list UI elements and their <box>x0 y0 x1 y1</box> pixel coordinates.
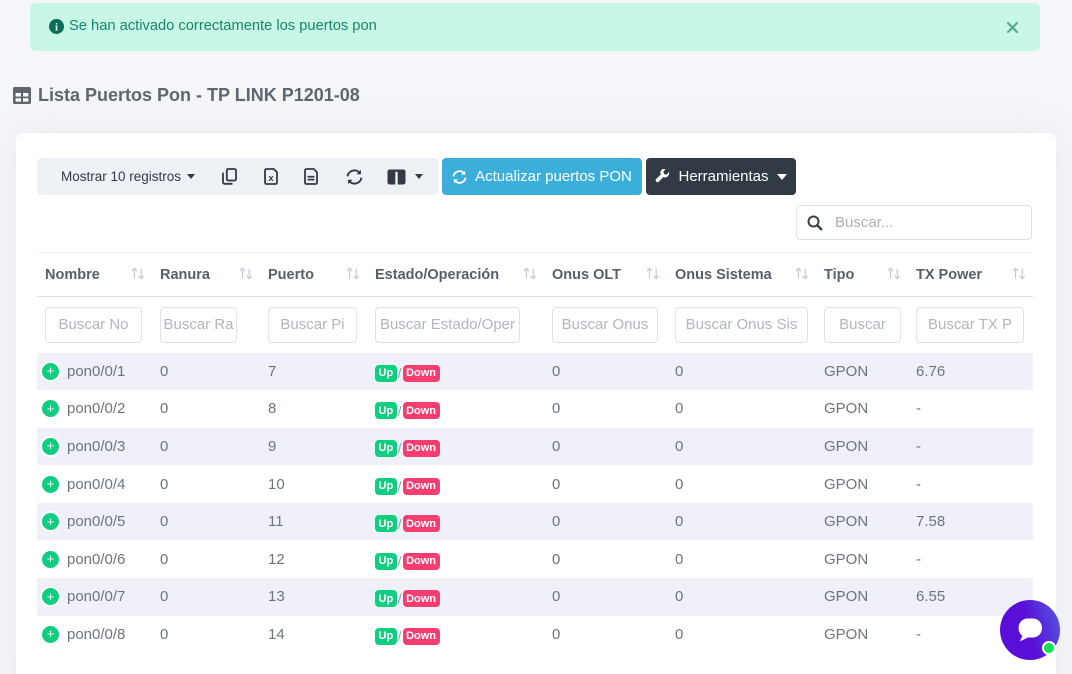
svg-text:x: x <box>268 173 274 184</box>
svg-text:i: i <box>55 21 58 33</box>
